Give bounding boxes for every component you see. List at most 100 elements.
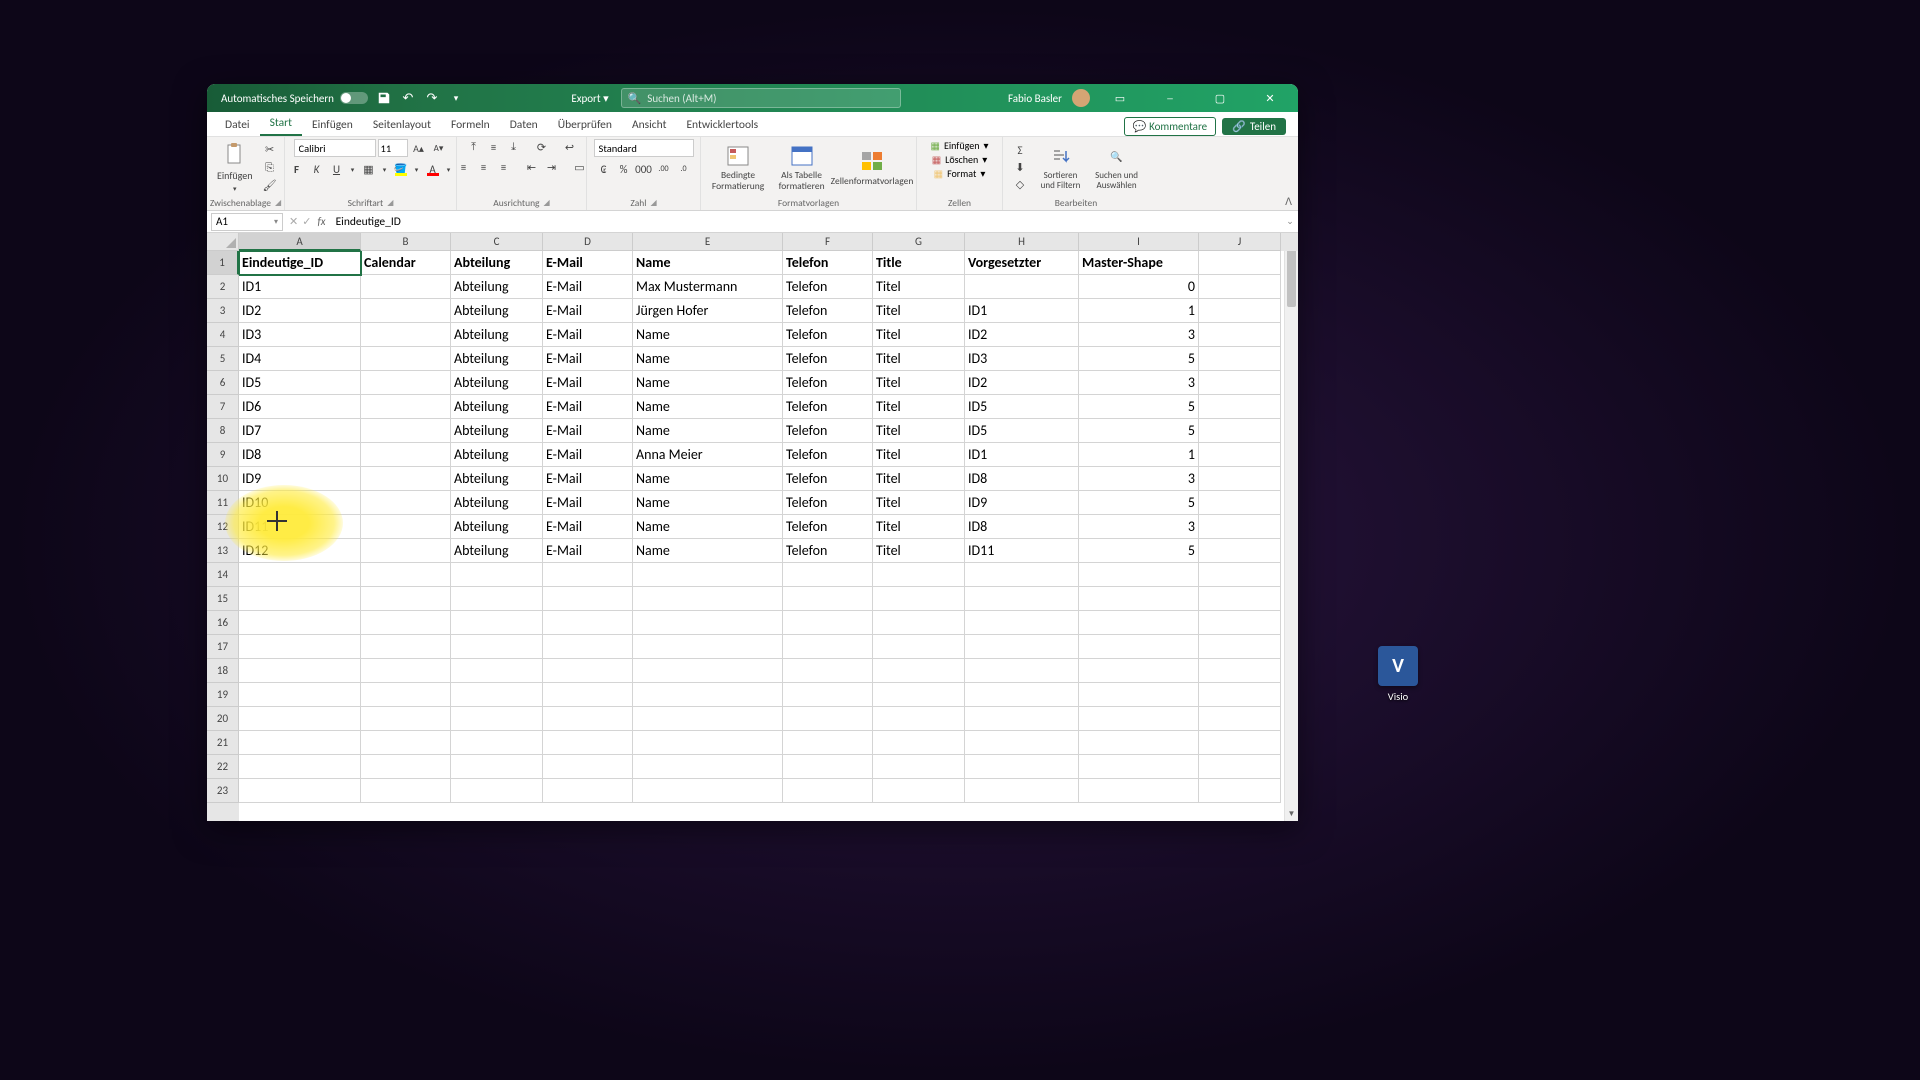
column-header-J[interactable]: J: [1199, 233, 1281, 251]
cell[interactable]: [783, 731, 873, 755]
undo-icon[interactable]: ↶: [400, 90, 416, 106]
cell[interactable]: ID8: [965, 515, 1079, 539]
cell[interactable]: [873, 683, 965, 707]
cells-area[interactable]: Eindeutige_IDCalendarAbteilungE-MailName…: [239, 251, 1284, 821]
decrease-indent-icon[interactable]: ⇤: [523, 159, 541, 175]
cell[interactable]: [633, 635, 783, 659]
cell[interactable]: [361, 659, 451, 683]
cell[interactable]: [239, 779, 361, 803]
cell[interactable]: [1199, 707, 1281, 731]
cell[interactable]: Abteilung: [451, 299, 543, 323]
cell[interactable]: [1199, 779, 1281, 803]
align-left-icon[interactable]: ≡: [455, 159, 473, 175]
cell[interactable]: Name: [633, 371, 783, 395]
cell[interactable]: [451, 659, 543, 683]
column-header-E[interactable]: E: [633, 233, 783, 251]
collapse-ribbon-icon[interactable]: ᐱ: [1285, 195, 1292, 208]
cell[interactable]: [965, 563, 1079, 587]
cell[interactable]: Titel: [873, 467, 965, 491]
cell[interactable]: Abteilung: [451, 251, 543, 275]
row-header[interactable]: 13: [207, 539, 239, 563]
cell[interactable]: [873, 779, 965, 803]
merge-icon[interactable]: ▭: [571, 159, 589, 175]
cell[interactable]: [633, 707, 783, 731]
align-top-icon[interactable]: ⤒: [465, 139, 483, 155]
row-header[interactable]: 18: [207, 659, 239, 683]
cell[interactable]: [451, 731, 543, 755]
cell[interactable]: Name: [633, 539, 783, 563]
cell[interactable]: E-Mail: [543, 347, 633, 371]
cell[interactable]: [1199, 347, 1281, 371]
qat-dropdown-icon[interactable]: ▾: [448, 90, 464, 106]
cell[interactable]: [633, 683, 783, 707]
cell[interactable]: Name: [633, 347, 783, 371]
dialog-launcher-icon[interactable]: ◢: [544, 198, 550, 208]
cell[interactable]: [1199, 731, 1281, 755]
row-header[interactable]: 23: [207, 779, 239, 803]
cell[interactable]: ID2: [965, 323, 1079, 347]
cell[interactable]: [1079, 683, 1199, 707]
cell[interactable]: [783, 587, 873, 611]
cell[interactable]: [1079, 731, 1199, 755]
cell[interactable]: 0: [1079, 275, 1199, 299]
column-header-G[interactable]: G: [873, 233, 965, 251]
comma-icon[interactable]: 000: [635, 161, 653, 177]
cell[interactable]: Titel: [873, 539, 965, 563]
cell[interactable]: 5: [1079, 539, 1199, 563]
cell[interactable]: [873, 707, 965, 731]
cell[interactable]: Master-Shape: [1079, 251, 1199, 275]
search-input[interactable]: [647, 92, 893, 105]
row-header[interactable]: 11: [207, 491, 239, 515]
comments-button[interactable]: 💬 Kommentare: [1124, 117, 1216, 136]
cell[interactable]: [451, 635, 543, 659]
cell[interactable]: Name: [633, 419, 783, 443]
cell[interactable]: [1199, 563, 1281, 587]
cell[interactable]: [361, 563, 451, 587]
cell[interactable]: Titel: [873, 299, 965, 323]
cell[interactable]: [451, 587, 543, 611]
cell[interactable]: Abteilung: [451, 443, 543, 467]
cell[interactable]: [1199, 251, 1281, 275]
cell[interactable]: Telefon: [783, 323, 873, 347]
cell[interactable]: Name: [633, 467, 783, 491]
cell[interactable]: E-Mail: [543, 491, 633, 515]
minimize-button[interactable]: ─: [1150, 84, 1190, 112]
cell[interactable]: [1079, 659, 1199, 683]
row-header[interactable]: 22: [207, 755, 239, 779]
expand-formula-bar-icon[interactable]: ⌄: [1282, 216, 1298, 227]
cell[interactable]: [633, 587, 783, 611]
cell[interactable]: Name: [633, 491, 783, 515]
cell[interactable]: [361, 779, 451, 803]
cell[interactable]: Abteilung: [451, 467, 543, 491]
cell[interactable]: 3: [1079, 467, 1199, 491]
cell[interactable]: E-Mail: [543, 275, 633, 299]
decrease-decimal-icon[interactable]: .0: [675, 161, 693, 177]
clear-icon[interactable]: ◇: [1009, 177, 1031, 193]
cell[interactable]: [451, 563, 543, 587]
cell[interactable]: ID10: [239, 491, 361, 515]
cell[interactable]: [361, 371, 451, 395]
cell[interactable]: Titel: [873, 347, 965, 371]
cell[interactable]: Telefon: [783, 275, 873, 299]
cell[interactable]: 3: [1079, 323, 1199, 347]
cell[interactable]: ID5: [965, 419, 1079, 443]
vertical-scrollbar[interactable]: ▲ ▼: [1284, 233, 1298, 821]
cell[interactable]: Abteilung: [451, 275, 543, 299]
column-header-C[interactable]: C: [451, 233, 543, 251]
cell[interactable]: [1199, 371, 1281, 395]
scroll-thumb[interactable]: [1287, 247, 1296, 307]
cell[interactable]: [633, 611, 783, 635]
cell[interactable]: 1: [1079, 443, 1199, 467]
paste-button[interactable]: Einfügen ▾: [213, 141, 257, 195]
font-name-select[interactable]: [294, 139, 376, 157]
cell[interactable]: [543, 659, 633, 683]
row-header[interactable]: 20: [207, 707, 239, 731]
close-button[interactable]: ✕: [1250, 84, 1290, 112]
cell[interactable]: ID7: [239, 419, 361, 443]
row-header[interactable]: 2: [207, 275, 239, 299]
cell[interactable]: Titel: [873, 491, 965, 515]
cell[interactable]: Telefon: [783, 395, 873, 419]
row-header[interactable]: 19: [207, 683, 239, 707]
sort-filter-button[interactable]: Sortieren und Filtern: [1035, 143, 1086, 193]
cell[interactable]: ID3: [239, 323, 361, 347]
